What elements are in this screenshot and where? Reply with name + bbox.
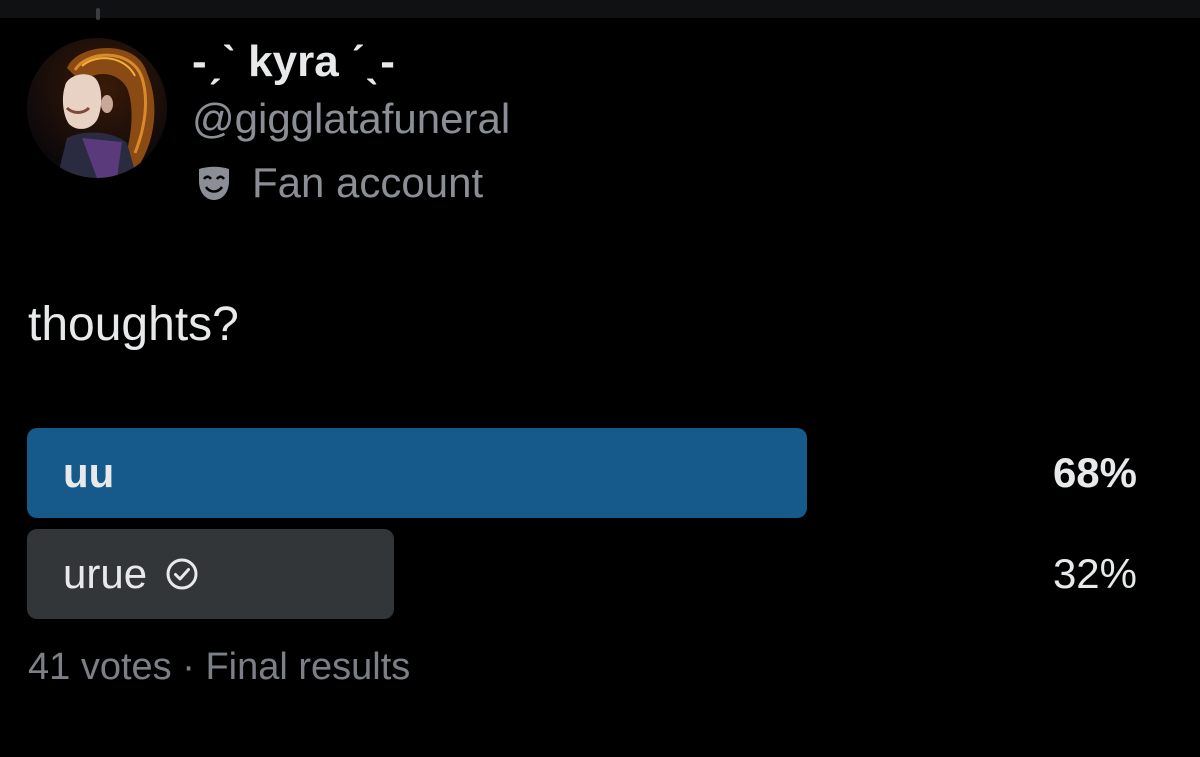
poll-votes: 41 votes — [28, 646, 172, 688]
poll-option-label-text: uu — [63, 449, 115, 496]
poll-option-label-text: urue — [63, 550, 148, 597]
avatar[interactable] — [27, 38, 167, 178]
poll-option-percent: 32% — [1052, 550, 1137, 597]
account-label[interactable]: Fan account — [194, 156, 483, 210]
previous-post-strip — [0, 0, 1200, 18]
thread-line — [96, 8, 100, 20]
poll-option-label: urue — [63, 529, 199, 619]
poll-meta: 41 votes · Final results — [28, 642, 410, 692]
poll-option-uu: uu 68% — [27, 428, 1137, 518]
check-circle-icon — [166, 558, 198, 590]
display-name[interactable]: -ˏˋ kyra ˊˎ- — [192, 36, 395, 88]
post-text: thoughts? — [28, 298, 239, 351]
poll-status: Final results — [205, 646, 411, 688]
account-label-text: Fan account — [252, 159, 484, 206]
poll-separator: · — [182, 646, 195, 688]
theater-mask-icon — [199, 166, 229, 200]
poll-bar — [27, 428, 807, 518]
poll-option-urue: urue 32% — [27, 529, 1137, 619]
poll-option-label: uu — [63, 428, 114, 518]
poll-option-percent: 68% — [1052, 449, 1137, 496]
user-handle[interactable]: @gigglatafuneral — [192, 94, 510, 144]
avatar-image — [27, 38, 167, 178]
